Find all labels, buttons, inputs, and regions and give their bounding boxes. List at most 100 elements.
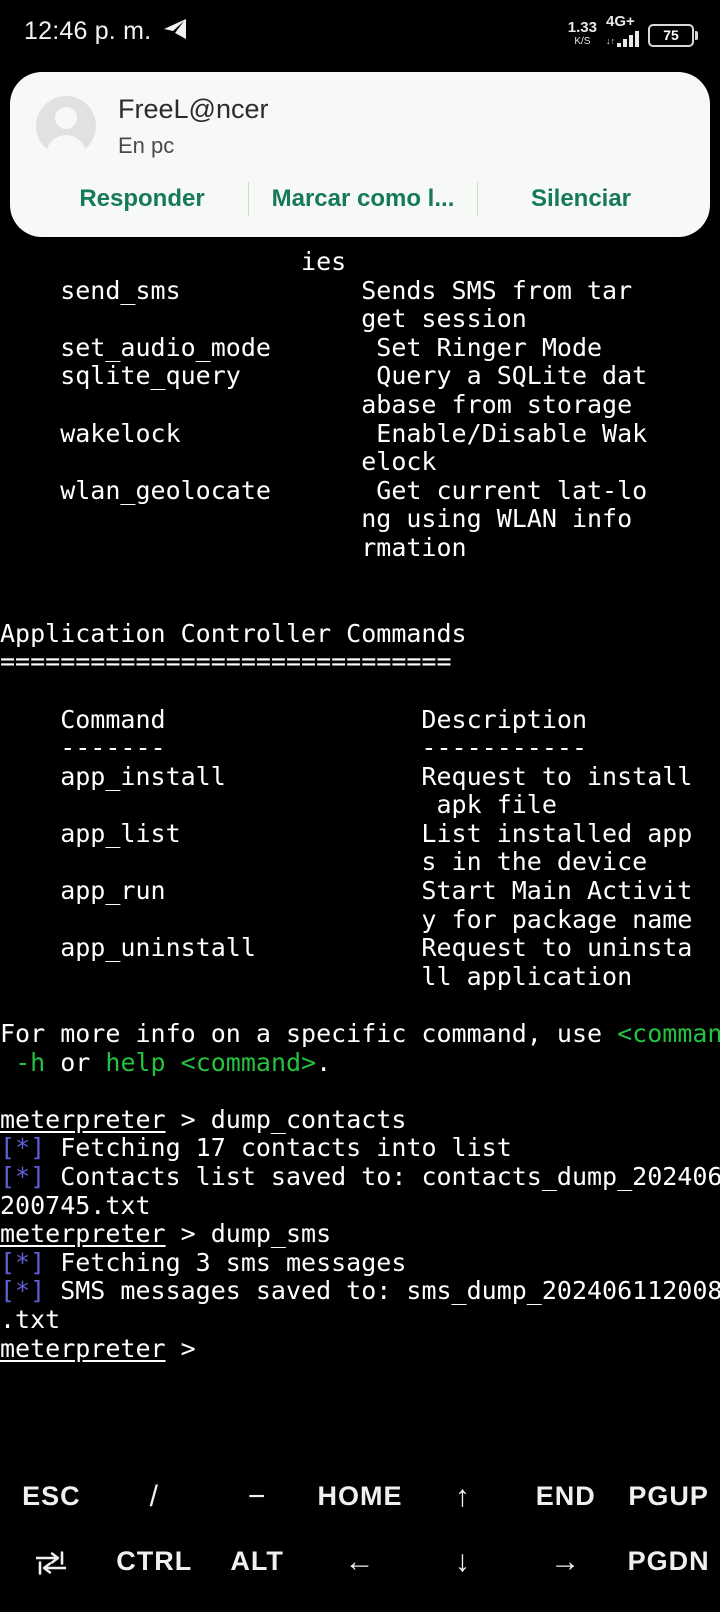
terminal-text: wlan_geolocate Get current lat-lo xyxy=(0,475,648,505)
terminal-line: ng using WLAN info xyxy=(0,505,720,534)
terminal-text: For more info on a specific command, use xyxy=(0,1019,618,1049)
terminal-line: ------- ----------- xyxy=(0,733,720,763)
terminal-text: [*] xyxy=(0,1247,46,1277)
terminal-line: send_sms Sends SMS from tar xyxy=(0,275,720,306)
notification-title: FreeL@ncer xyxy=(118,94,269,124)
notification-mark-as-read-button[interactable]: Marcar como l... xyxy=(249,181,477,217)
keyboard-toolbar: ESC / − HOME ↑ END PGUP CTRL ALT ← ↓ → PGDN xyxy=(0,1464,720,1612)
key-pgup[interactable]: PGUP xyxy=(617,1481,720,1512)
key-slash[interactable]: / xyxy=(103,1480,206,1514)
terminal-output[interactable]: ies send_sms Sends SMS from tar get sess… xyxy=(0,247,720,1363)
terminal-line: 200745.txt xyxy=(0,1190,720,1221)
terminal-line: Application Controller Commands xyxy=(0,618,720,649)
person-avatar-icon xyxy=(36,96,96,156)
terminal-text: ll application xyxy=(0,961,633,991)
terminal-text: app_uninstall Request to uninsta xyxy=(0,933,693,963)
terminal-text: . xyxy=(316,1047,332,1077)
key-pgdn[interactable]: PGDN xyxy=(617,1546,720,1577)
terminal-line: Command Description xyxy=(0,704,720,735)
battery-cap-icon xyxy=(695,30,698,40)
status-bar-right: 1.33 K/S 4G+ ↓↑ 75 xyxy=(568,14,698,49)
status-clock: 12:46 p. m. xyxy=(24,16,152,45)
terminal-text: app_install Request to install xyxy=(0,761,693,791)
key-esc[interactable]: ESC xyxy=(0,1481,103,1512)
terminal-text: meterpreter xyxy=(0,1219,166,1249)
battery-level-text: 75 xyxy=(663,27,679,43)
terminal-line: [*] Contacts list saved to: contacts_dum… xyxy=(0,1162,720,1192)
notification-actions: Responder Marcar como l... Silenciar xyxy=(36,181,684,229)
terminal-text: app_run Start Main Activit xyxy=(0,876,693,906)
status-bar: 12:46 p. m. 1.33 K/S 4G+ ↓↑ 75 xyxy=(0,0,720,62)
network-speed-unit: K/S xyxy=(574,35,591,47)
terminal-text: meterpreter xyxy=(0,1333,166,1363)
terminal-line: sqlite_query Query a SQLite dat xyxy=(0,362,720,391)
notification-card[interactable]: FreeL@ncer En pc Responder Marcar como l… xyxy=(10,72,710,238)
signal-indicator: 4G+ ↓↑ xyxy=(606,14,639,49)
terminal-text: [*] xyxy=(0,1276,46,1306)
notification-mute-button[interactable]: Silenciar xyxy=(478,181,684,217)
terminal-text: or xyxy=(45,1047,106,1077)
terminal-line: meterpreter > dump_contacts xyxy=(0,1104,720,1135)
network-speed-indicator: 1.33 K/S xyxy=(568,20,597,49)
keyboard-toolbar-row-1: ESC / − HOME ↑ END PGUP xyxy=(0,1464,720,1529)
terminal-text: help <command> xyxy=(105,1047,317,1077)
terminal-text: abase from storage xyxy=(0,389,633,419)
terminal-line: rmation xyxy=(0,532,720,563)
key-arrow-left[interactable]: ← xyxy=(309,1545,412,1579)
terminal-text: apk file xyxy=(0,790,557,820)
terminal-text: > dump_sms xyxy=(165,1219,332,1249)
key-arrow-down[interactable]: ↓ xyxy=(411,1545,514,1579)
key-ctrl[interactable]: CTRL xyxy=(103,1546,206,1577)
terminal-line: wakelock Enable/Disable Wak xyxy=(0,419,720,449)
terminal-text: Command Description xyxy=(0,704,587,734)
avatar-head-shape xyxy=(55,107,77,129)
terminal-line: -h or help <command>. xyxy=(0,1047,720,1078)
key-arrow-right[interactable]: → xyxy=(514,1545,617,1579)
terminal-line: ============================== xyxy=(0,648,720,677)
notification-header: FreeL@ncer En pc xyxy=(36,94,684,159)
terminal-line: ll application xyxy=(0,961,720,992)
terminal-text: elock xyxy=(0,447,437,477)
notification-reply-button[interactable]: Responder xyxy=(36,181,248,217)
terminal-line: ies xyxy=(0,247,720,277)
key-arrow-up[interactable]: ↑ xyxy=(411,1480,514,1514)
key-tab[interactable] xyxy=(0,1546,103,1577)
key-alt[interactable]: ALT xyxy=(206,1546,309,1577)
terminal-text: ------- ----------- xyxy=(0,733,587,763)
terminal-text: SMS messages saved to: sms_dump_20240611… xyxy=(45,1276,720,1306)
notification-subtitle: En pc xyxy=(118,133,175,159)
status-bar-left: 12:46 p. m. xyxy=(24,17,187,46)
terminal-text: .txt xyxy=(0,1304,61,1334)
terminal-text: -h xyxy=(15,1047,46,1077)
terminal-line: [*] Fetching 17 contacts into list xyxy=(0,1134,720,1163)
terminal-text: sqlite_query Query a SQLite dat xyxy=(0,361,648,391)
key-minus[interactable]: − xyxy=(206,1480,309,1514)
terminal-text: [*] xyxy=(0,1162,46,1191)
key-end[interactable]: END xyxy=(514,1481,617,1512)
terminal-line: y for package name xyxy=(0,905,720,935)
terminal-text: rmation xyxy=(0,532,467,562)
avatar-body-shape xyxy=(46,135,86,156)
terminal-text: > xyxy=(165,1333,196,1363)
terminal-text: meterpreter xyxy=(0,1104,166,1134)
terminal-line: get session xyxy=(0,304,720,334)
terminal-text: > dump_contacts xyxy=(165,1104,407,1134)
terminal-line: [*] Fetching 3 sms messages xyxy=(0,1247,720,1278)
send-icon xyxy=(163,18,187,44)
terminal-line: For more info on a specific command, use… xyxy=(0,1019,720,1049)
terminal-text: Application Controller Commands xyxy=(0,618,467,648)
terminal-text: s in the device xyxy=(0,847,648,877)
terminal-line: elock xyxy=(0,447,720,477)
terminal-text: 200745.txt xyxy=(0,1190,151,1220)
terminal-line: wlan_geolocate Get current lat-lo xyxy=(0,475,720,506)
battery-indicator: 75 xyxy=(648,23,698,49)
signal-row: ↓↑ xyxy=(606,30,639,47)
terminal-line: s in the device xyxy=(0,848,720,877)
battery-icon: 75 xyxy=(648,23,694,47)
signal-bars-icon xyxy=(617,30,639,47)
terminal-text: send_sms Sends SMS from tar xyxy=(0,275,633,305)
terminal-line: set_audio_mode Set Ringer Mode xyxy=(0,333,720,363)
key-home[interactable]: HOME xyxy=(309,1481,412,1512)
